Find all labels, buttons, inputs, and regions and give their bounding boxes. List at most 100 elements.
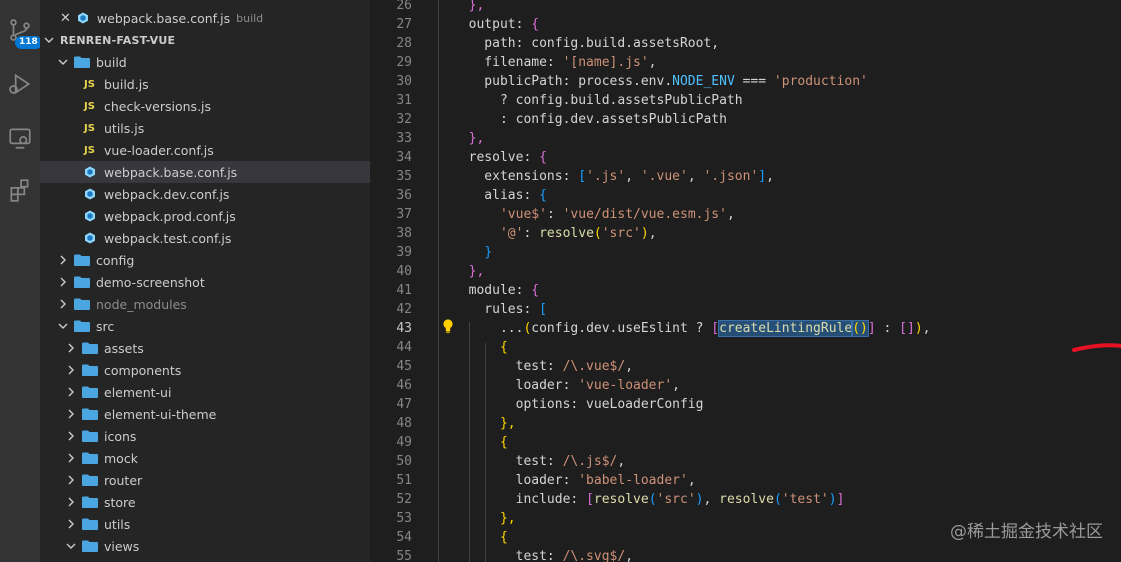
line-number: 28 [396,36,412,51]
line-number: 41 [396,283,412,298]
tree-folder[interactable]: config [40,249,370,271]
remote-explorer-icon[interactable] [0,118,40,158]
tree-item-label: webpack.base.conf.js [104,164,238,180]
line-number: 29 [396,55,412,70]
folder-icon [82,496,98,508]
tree-item-label: utils [104,516,131,532]
tree-file[interactable]: JS build.js [40,73,370,95]
tree-file[interactable]: webpack.dev.conf.js [40,183,370,205]
tree-item-label: element-ui [104,384,172,400]
code-line: loader: 'vue-loader', [453,378,680,393]
code-line: alias: { [453,188,547,203]
line-number: 27 [396,17,412,32]
tree-folder[interactable]: build [40,51,370,73]
extensions-icon[interactable] [0,170,40,210]
line-number: 47 [396,397,412,412]
code-line: include: [resolve('src'), resolve('test'… [453,492,845,507]
line-number: 49 [396,435,412,450]
tree-folder[interactable]: views [40,535,370,557]
chevron-right-icon [66,453,76,463]
chevron-right-icon [66,365,76,375]
code-line: }, [468,264,485,279]
source-control-badge: 118 [15,36,42,49]
line-number: 53 [396,511,412,526]
tree-item-label: mock [104,450,138,466]
line-number: 35 [396,169,412,184]
run-debug-icon[interactable] [0,64,40,104]
code-line: test: /\.svg$/, [453,549,634,562]
tree-item-label: webpack.test.conf.js [104,230,232,246]
indent-guide [438,0,439,562]
code-line: '@': resolve('src'), [499,226,657,241]
chevron-right-icon [58,299,68,309]
tree-item-label: element-ui-theme [104,406,217,422]
tree-item-label: router [104,472,143,488]
folder-icon [74,276,90,288]
open-editor-filename: webpack.base.conf.js [96,10,231,26]
folder-icon [82,518,98,530]
tree-folder[interactable]: src [40,315,370,337]
tree-item-label: webpack.dev.conf.js [104,186,230,202]
line-number: 31 [396,93,412,108]
tree-file[interactable]: webpack.prod.conf.js [40,205,370,227]
project-header[interactable]: RENREN-FAST-VUE [40,29,370,51]
folder-icon [82,474,98,486]
line-number: 36 [396,188,412,203]
tree-file[interactable]: JS utils.js [40,117,370,139]
line-number: 42 [396,302,412,317]
chevron-right-icon [66,431,76,441]
webpack-file-icon [84,188,96,200]
tree-folder[interactable]: element-ui-theme [40,403,370,425]
tree-folder[interactable]: utils [40,513,370,535]
lightbulb-icon[interactable] [442,318,454,338]
tree-item-label: components [104,362,182,378]
tree-folder[interactable]: components [40,359,370,381]
tree-file[interactable]: JS vue-loader.conf.js [40,139,370,161]
chevron-right-icon [58,277,68,287]
tree-folder[interactable]: demo-screenshot [40,271,370,293]
code-line: resolve: { [453,150,547,165]
js-file-icon: JS [84,100,95,112]
line-number: 46 [396,378,412,393]
tree-folder[interactable]: store [40,491,370,513]
tree-folder[interactable]: assets [40,337,370,359]
tree-folder[interactable]: icons [40,425,370,447]
tree-item-label: demo-screenshot [96,274,205,290]
tree-folder[interactable]: element-ui [40,381,370,403]
code-line: ...(config.dev.useEslint ? [createLintin… [453,320,931,337]
tree-file[interactable]: JS check-versions.js [40,95,370,117]
webpack-file-icon [84,210,96,222]
code-line: ? config.build.assetsPublicPath [453,93,743,108]
tree-folder[interactable]: node_modules [40,293,370,315]
code-line: path: config.build.assetsRoot, [453,36,720,51]
tree-file[interactable]: webpack.test.conf.js [40,227,370,249]
folder-icon [74,254,90,266]
folder-open-icon [74,320,90,332]
folder-icon [82,408,98,420]
open-editor-item[interactable]: ✕ webpack.base.conf.js build [40,7,370,29]
code-line: publicPath: process.env.NODE_ENV === 'pr… [453,74,868,89]
chevron-right-icon [66,497,76,507]
line-number: 40 [396,264,412,279]
tree-item-label: vue-loader.conf.js [104,142,214,158]
tree-folder[interactable]: mock [40,447,370,469]
code-line: module: { [453,283,540,298]
tree-folder[interactable]: router [40,469,370,491]
chevron-down-icon [58,321,68,331]
line-number: 55 [396,549,412,562]
tree-file[interactable]: webpack.base.conf.js [40,161,370,183]
line-number: 26 [396,0,412,13]
tree-item-label: assets [104,340,144,356]
folder-icon [82,364,98,376]
tree-item-label: store [104,494,136,510]
folder-icon [82,452,98,464]
tree-item-label: src [96,318,115,334]
line-number: 45 [396,359,412,374]
close-icon[interactable]: ✕ [60,11,71,26]
folder-icon [82,386,98,398]
red-underline-annotation [1072,343,1121,352]
chevron-right-icon [58,255,68,265]
code-editor[interactable]: 26 }, 27 output: {28 path: config.build.a… [370,0,1121,562]
js-file-icon: JS [84,78,95,90]
watermark: @稀土掘金技术社区 [950,522,1103,542]
